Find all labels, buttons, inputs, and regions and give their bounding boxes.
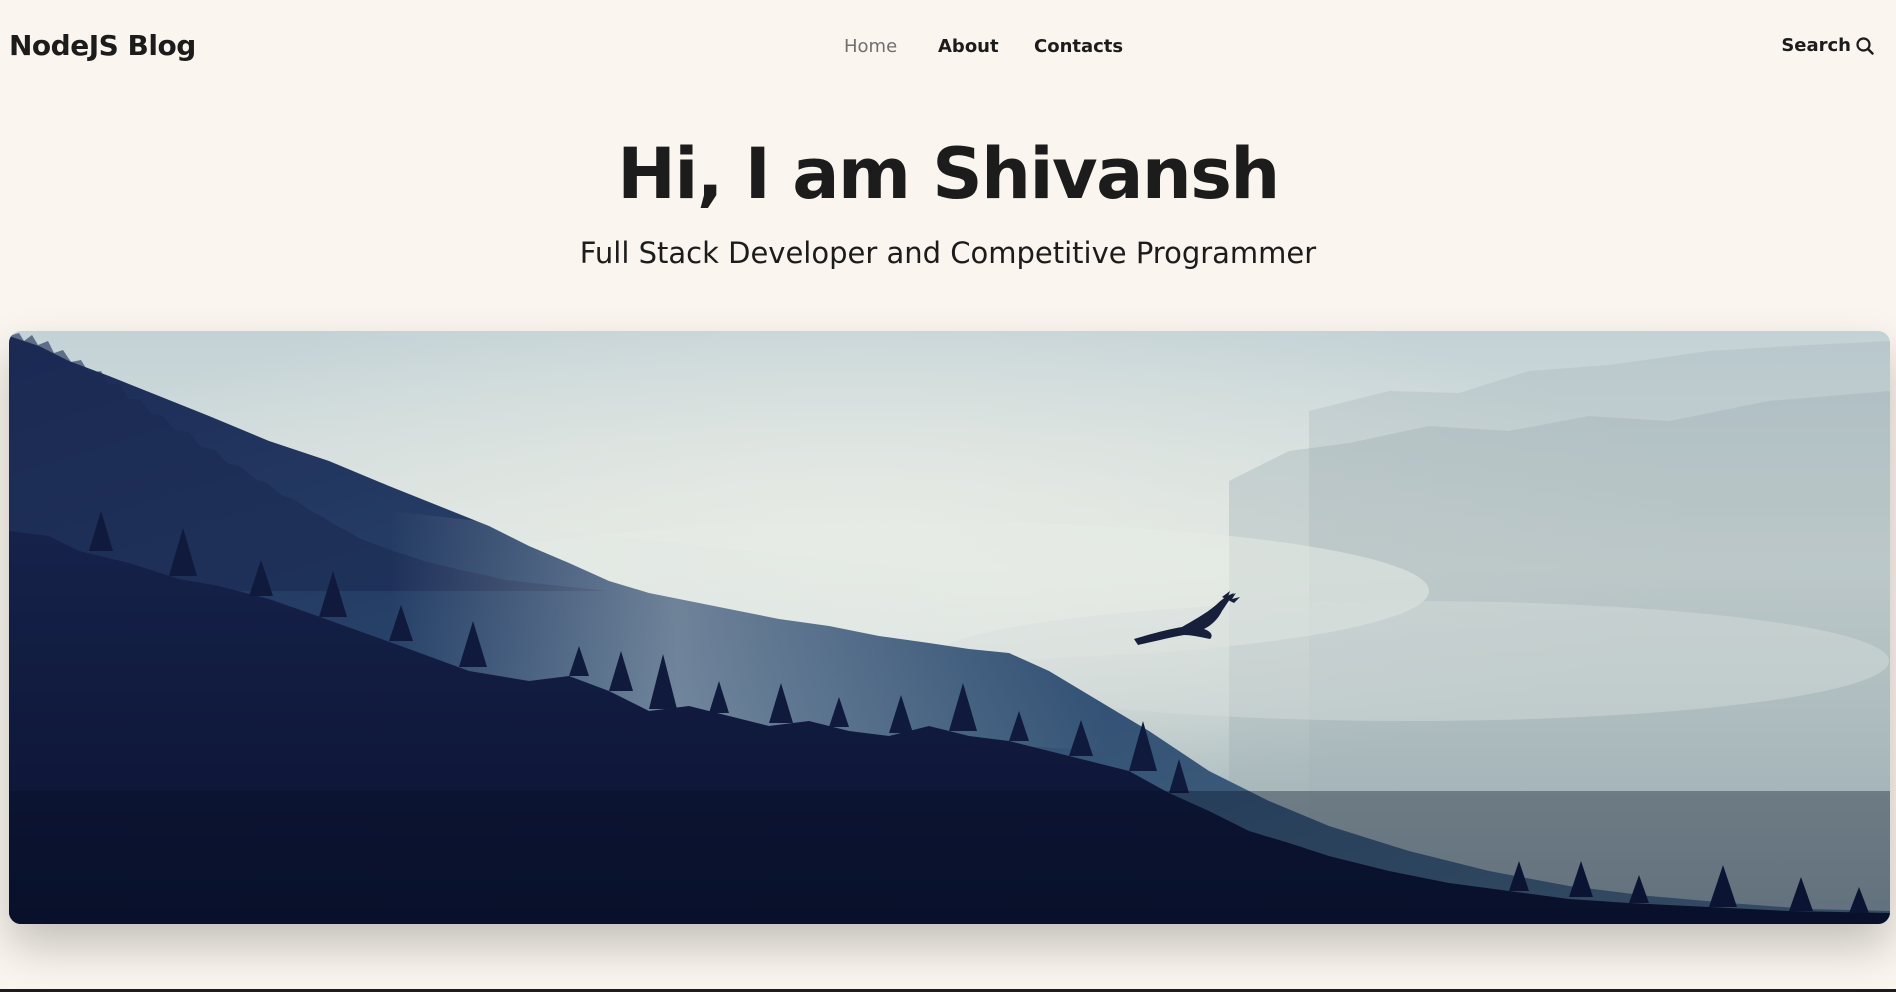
- misty-mountain-forest-illustration: [9, 331, 1890, 924]
- hero-subtitle: Full Stack Developer and Competitive Pro…: [579, 236, 1317, 270]
- search-button-label: Search: [1781, 35, 1851, 56]
- search-icon: [1856, 36, 1874, 55]
- hero-image: [9, 331, 1890, 924]
- hero-title: Hi, I am Shivansh: [617, 133, 1280, 215]
- nav-link-home[interactable]: Home: [844, 36, 897, 57]
- site-header: NodeJS Blog Home About Contacts Search: [0, 0, 1896, 96]
- search-button[interactable]: Search: [1781, 35, 1874, 56]
- nav-link-about[interactable]: About: [938, 36, 999, 57]
- nav-link-contacts[interactable]: Contacts: [1034, 36, 1123, 57]
- main-nav: Home About Contacts: [0, 36, 1896, 62]
